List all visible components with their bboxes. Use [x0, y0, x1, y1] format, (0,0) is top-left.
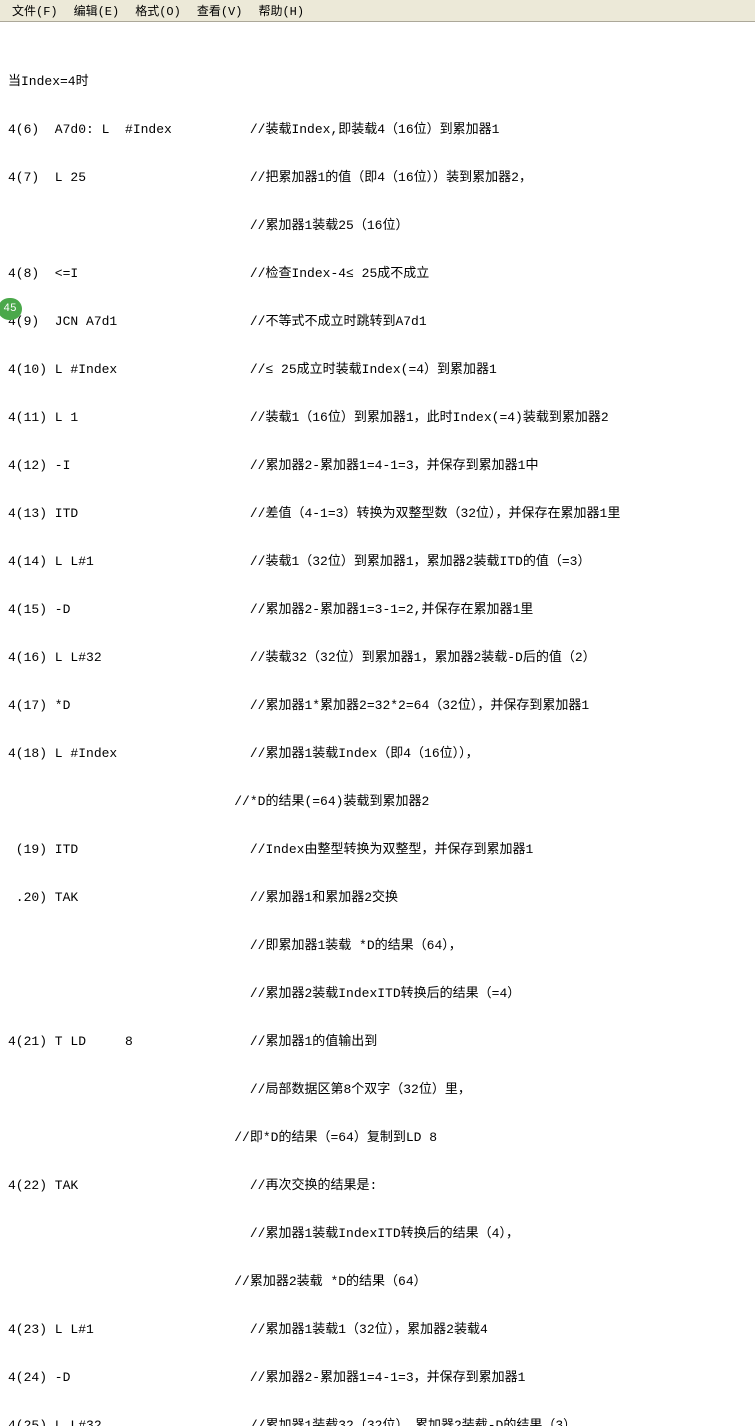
- menubar: 文件(F) 编辑(E) 格式(O) 查看(V) 帮助(H): [0, 0, 755, 22]
- menu-edit[interactable]: 编辑(E): [66, 0, 128, 21]
- gutter-badge: 45: [0, 298, 22, 320]
- code-line: 4(11) L 1 //装载1（16位）到累加器1，此时Index(=4)装载到…: [8, 410, 749, 426]
- code-line: 4(6) A7d0: L #Index //装载Index,即装载4（16位）到…: [8, 122, 749, 138]
- menu-format[interactable]: 格式(O): [127, 0, 189, 21]
- menu-file[interactable]: 文件(F): [4, 0, 66, 21]
- code-line: 4(16) L L#32 //装载32（32位）到累加器1，累加器2装载-D后的…: [8, 650, 749, 666]
- code-line: 4(25) L L#32 //累加器1装载32（32位），累加器2装载-D的结果…: [8, 1418, 749, 1426]
- code-line: 4(18) L #Index //累加器1装载Index（即4（16位）），: [8, 746, 749, 762]
- code-line: 4(23) L L#1 //累加器1装载1（32位），累加器2装载4: [8, 1322, 749, 1338]
- code-line: 4(9) JCN A7d1 //不等式不成立时跳转到A7d1: [8, 314, 749, 330]
- text-editor-area[interactable]: 45 当Index=4时 4(6) A7d0: L #Index //装载Ind…: [0, 22, 755, 1426]
- code-line: //累加器1装载IndexITD转换后的结果（4），: [8, 1226, 749, 1242]
- code-line: //即*D的结果（=64）复制到LD 8: [8, 1130, 749, 1146]
- code-line: 4(14) L L#1 //装载1（32位）到累加器1，累加器2装载ITD的值（…: [8, 554, 749, 570]
- code-line: 4(21) T LD 8 //累加器1的值输出到: [8, 1034, 749, 1050]
- code-line: 4(24) -D //累加器2-累加器1=4-1=3，并保存到累加器1: [8, 1370, 749, 1386]
- code-line: //累加器1装载25（16位）: [8, 218, 749, 234]
- code-line: //累加器2装载 *D的结果（64）: [8, 1274, 749, 1290]
- code-line: 4(15) -D //累加器2-累加器1=3-1=2,并保存在累加器1里: [8, 602, 749, 618]
- code-line: 4(17) *D //累加器1*累加器2=32*2=64（32位），并保存到累加…: [8, 698, 749, 714]
- code-line: //累加器2装载IndexITD转换后的结果（=4）: [8, 986, 749, 1002]
- code-line: //即累加器1装载 *D的结果（64），: [8, 938, 749, 954]
- code-line: 4(22) TAK //再次交换的结果是:: [8, 1178, 749, 1194]
- menu-view[interactable]: 查看(V): [189, 0, 251, 21]
- code-line: .20) TAK //累加器1和累加器2交换: [8, 890, 749, 906]
- code-line: //局部数据区第8个双字（32位）里，: [8, 1082, 749, 1098]
- code-line: 4(8) <=I //检查Index-4≤ 25成不成立: [8, 266, 749, 282]
- code-line: 4(10) L #Index //≤ 25成立时装载Index(=4）到累加器1: [8, 362, 749, 378]
- code-line: 4(13) ITD //差值（4-1=3）转换为双整型数（32位），并保存在累加…: [8, 506, 749, 522]
- code-line: //*D的结果(=64)装载到累加器2: [8, 794, 749, 810]
- code-line: 4(12) -I //累加器2-累加器1=4-1=3，并保存到累加器1中: [8, 458, 749, 474]
- code-line: 4(7) L 25 //把累加器1的值（即4（16位））装到累加器2，: [8, 170, 749, 186]
- code-line: (19) ITD //Index由整型转换为双整型，并保存到累加器1: [8, 842, 749, 858]
- menu-help[interactable]: 帮助(H): [250, 0, 312, 21]
- code-line: 当Index=4时: [8, 74, 749, 90]
